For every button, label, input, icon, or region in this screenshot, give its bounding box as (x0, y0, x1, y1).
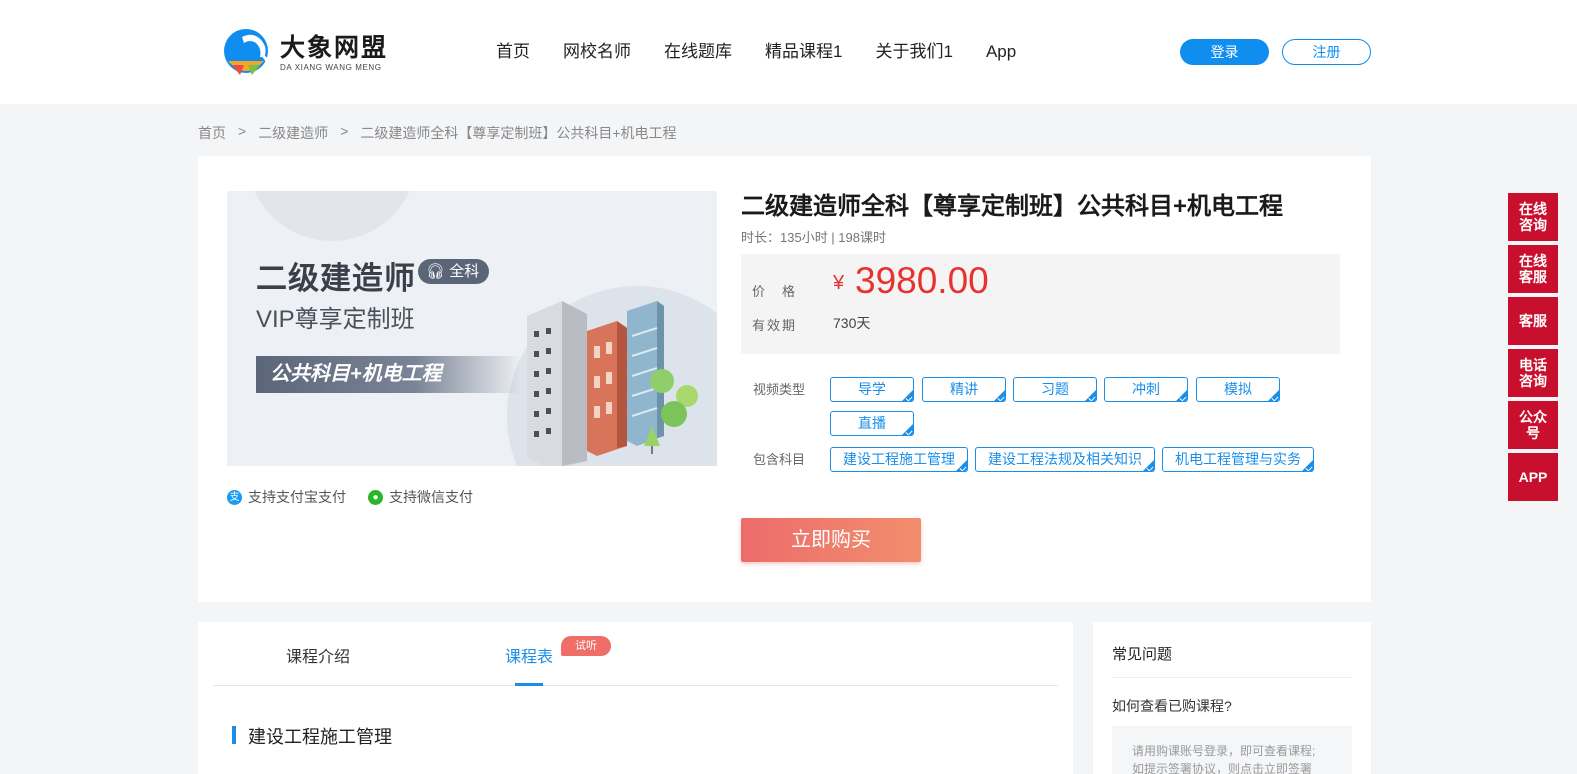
register-button[interactable]: 注册 (1282, 39, 1371, 65)
buy-now-button[interactable]: 立即购买 (741, 518, 921, 562)
active-tab-indicator (515, 683, 543, 686)
subject-regulations[interactable]: 建设工程法规及相关知识 (975, 447, 1155, 472)
video-type-label: 视频类型 (753, 382, 806, 397)
wechat-label: 支持微信支付 (389, 489, 473, 505)
course-title: 二级建造师全科【尊享定制班】公共科目+机电工程 (741, 193, 1284, 220)
nav-courses[interactable]: 精品课程1 (765, 40, 842, 64)
nav-app[interactable]: App (986, 40, 1016, 64)
faq-answer: 请用购课账号登录，即可查看课程; 如提示签署协议，则点击立即签署 (1112, 726, 1352, 774)
breadcrumb-current: 二级建造师全科【尊享定制班】公共科目+机电工程 (360, 125, 677, 141)
validity-label: 有效期 (752, 318, 798, 333)
alipay-icon: 支 (227, 489, 242, 505)
side-online-consult[interactable]: 在线咨询 (1508, 193, 1558, 241)
banner-tag: 🎧︎ 全科 (418, 259, 490, 284)
price-box: 价 格 ¥ 3980.00 有效期 730天 (741, 254, 1340, 354)
video-type-live[interactable]: 直播 (830, 411, 914, 436)
faq-question[interactable]: 如何查看已购课程? (1112, 696, 1232, 716)
section-title: 建设工程施工管理 (248, 727, 392, 747)
headphones-icon: 🎧︎ (426, 263, 446, 280)
alipay-label: 支持支付宝支付 (248, 489, 346, 505)
side-app[interactable]: APP (1508, 453, 1558, 501)
banner-title: 二级建造师 (256, 261, 416, 296)
faq-answer-line: 如提示签署协议，则点击立即签署 (1132, 762, 1313, 774)
faq-answer-line: 请用购课账号登录，即可查看课程; (1132, 744, 1316, 758)
site-logo[interactable]: 大象网盟 DA XIANG WANG MENG (220, 27, 388, 79)
price-value: 3980.00 (855, 260, 989, 301)
faq-panel: 常见问题 如何查看已购课程? 请用购课账号登录，即可查看课程; 如提示签署协议，… (1093, 622, 1371, 774)
course-banner: 二级建造师 🎧︎ 全科 VIP尊享定制班 公共科目+机电工程 (227, 191, 717, 466)
logo-text-cn: 大象网盟 (280, 34, 389, 62)
faq-title: 常见问题 (1112, 646, 1173, 663)
nav-home[interactable]: 首页 (496, 40, 530, 64)
subject-mechanical-electrical[interactable]: 机电工程管理与实务 (1162, 447, 1314, 472)
validity-value: 730天 (833, 315, 871, 331)
breadcrumb-separator: > (340, 123, 349, 139)
breadcrumb-separator: > (238, 123, 247, 139)
tab-intro[interactable]: 课程介绍 (286, 643, 350, 667)
trial-badge: 试听 (561, 636, 611, 656)
wechat-icon: ● (368, 489, 383, 505)
logo-text-en: DA XIANG WANG MENG (280, 63, 382, 72)
banner-strip: 公共科目+机电工程 (256, 356, 521, 393)
subjects-label: 包含科目 (753, 452, 806, 467)
nav-about[interactable]: 关于我们1 (875, 40, 952, 64)
login-button[interactable]: 登录 (1180, 39, 1269, 65)
tab-schedule[interactable]: 课程表 (505, 643, 553, 667)
video-type-sprint[interactable]: 冲刺 (1104, 377, 1188, 402)
video-type-exercise[interactable]: 习题 (1013, 377, 1097, 402)
buildings-illustration (527, 301, 698, 466)
section-marker (232, 726, 236, 744)
elephant-logo-icon (220, 27, 274, 79)
side-phone-consult[interactable]: 电话咨询 (1508, 349, 1558, 397)
banner-subtitle: VIP尊享定制班 (256, 306, 415, 333)
course-card: 二级建造师 🎧︎ 全科 VIP尊享定制班 公共科目+机电工程 支 支持支付宝支付… (198, 156, 1371, 602)
site-header: 大象网盟 DA XIANG WANG MENG 首页 网校名师 在线题库 精品课… (0, 0, 1577, 104)
payment-methods: 支 支持支付宝支付 ● 支持微信支付 (227, 487, 495, 507)
side-online-service[interactable]: 在线客服 (1508, 245, 1558, 293)
main-nav: 首页 网校名师 在线题库 精品课程1 关于我们1 App (496, 40, 1049, 64)
course-detail-panel: 课程介绍 课程表 试听 建设工程施工管理 (198, 622, 1073, 774)
breadcrumb-home[interactable]: 首页 (198, 123, 226, 143)
course-duration: 时长：135小时 | 198课时 (741, 230, 886, 245)
nav-question-bank[interactable]: 在线题库 (664, 40, 732, 64)
price-currency: ¥ (833, 272, 845, 294)
side-customer-service[interactable]: 客服 (1508, 297, 1558, 345)
video-type-lecture[interactable]: 精讲 (922, 377, 1006, 402)
video-type-mock[interactable]: 模拟 (1196, 377, 1280, 402)
breadcrumb-category[interactable]: 二级建造师 (258, 123, 328, 143)
breadcrumb: 首页 > 二级建造师 > 二级建造师全科【尊享定制班】公共科目+机电工程 (198, 123, 689, 143)
faq-divider (1112, 677, 1352, 678)
side-official-account[interactable]: 公众号 (1508, 401, 1558, 449)
video-type-intro[interactable]: 导学 (830, 377, 914, 402)
price-label: 价 格 (752, 284, 798, 299)
nav-teachers[interactable]: 网校名师 (563, 40, 631, 64)
side-toolbar: 在线咨询 在线客服 客服 电话咨询 公众号 APP (1508, 193, 1558, 505)
tab-divider (213, 685, 1058, 686)
subject-construction-management[interactable]: 建设工程施工管理 (830, 447, 968, 472)
